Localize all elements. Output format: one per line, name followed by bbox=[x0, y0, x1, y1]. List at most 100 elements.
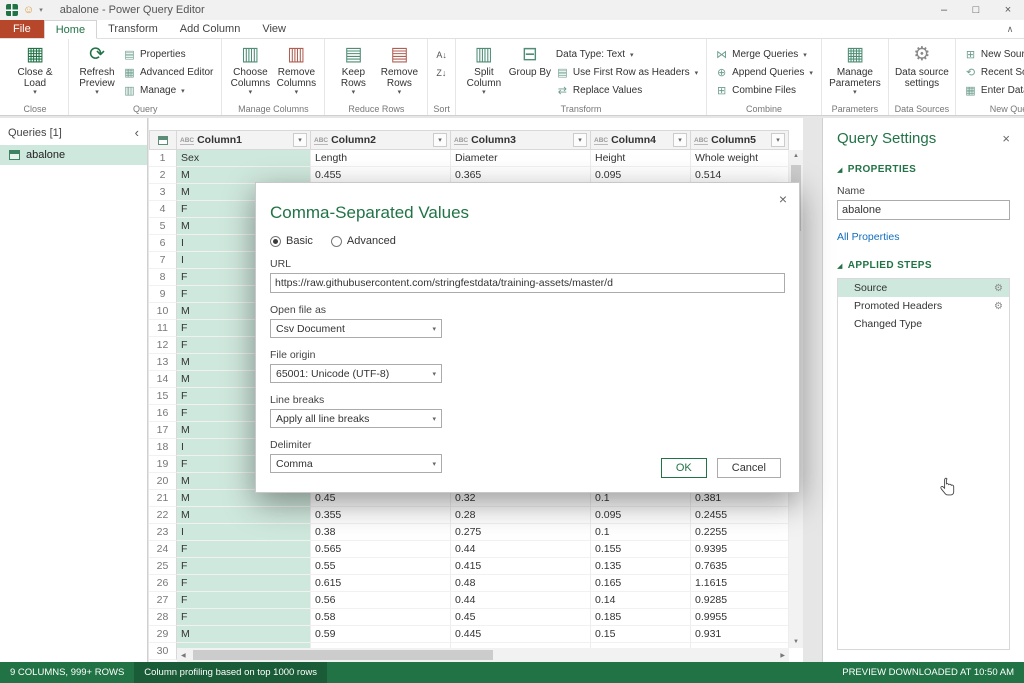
cell-column3[interactable]: 0.275 bbox=[451, 524, 591, 541]
row-number-cell[interactable]: 27 bbox=[149, 592, 177, 609]
radio-basic[interactable]: Basic bbox=[270, 235, 313, 247]
filter-button[interactable]: ▾ bbox=[673, 133, 687, 147]
new-source-button[interactable]: ⊞ New Source ▾ bbox=[961, 46, 1024, 63]
column-header-column2[interactable]: ABC Column2 ▾ bbox=[311, 130, 451, 150]
sort-descending-button[interactable]: Z↓ bbox=[433, 64, 450, 81]
status-profiling[interactable]: Column profiling based on top 1000 rows bbox=[134, 662, 327, 683]
dialog-close-icon[interactable]: × bbox=[779, 191, 787, 207]
row-number-cell[interactable]: 8 bbox=[149, 269, 177, 286]
keep-rows-button[interactable]: ▤ Keep Rows ▾ bbox=[330, 41, 376, 97]
column-header-column4[interactable]: ABC Column4 ▾ bbox=[591, 130, 691, 150]
filter-button[interactable]: ▾ bbox=[433, 133, 447, 147]
cell-column1[interactable]: F bbox=[177, 609, 311, 626]
cancel-button[interactable]: Cancel bbox=[716, 458, 781, 478]
row-number-cell[interactable]: 23 bbox=[149, 524, 177, 541]
cell-column3[interactable]: 0.415 bbox=[451, 558, 591, 575]
row-number-cell[interactable]: 3 bbox=[149, 184, 177, 201]
cell-column4[interactable]: 0.095 bbox=[591, 507, 691, 524]
collapse-ribbon-icon[interactable]: ∧ bbox=[996, 20, 1024, 38]
cell-column1[interactable]: I bbox=[177, 524, 311, 541]
row-number-cell[interactable]: 11 bbox=[149, 320, 177, 337]
cell-column5[interactable]: 1.1615 bbox=[691, 575, 789, 592]
gear-icon[interactable]: ⚙ bbox=[994, 301, 1003, 312]
row-number-cell[interactable]: 7 bbox=[149, 252, 177, 269]
cell-column2[interactable]: Length bbox=[311, 150, 451, 167]
tab-transform[interactable]: Transform bbox=[97, 20, 169, 38]
delimiter-dropdown[interactable]: Comma ▾ bbox=[270, 454, 442, 473]
file-origin-dropdown[interactable]: 65001: Unicode (UTF-8) ▾ bbox=[270, 364, 442, 383]
cell-column3[interactable]: 0.44 bbox=[451, 541, 591, 558]
row-number-cell[interactable]: 5 bbox=[149, 218, 177, 235]
use-first-row-as-headers-button[interactable]: ▤ Use First Row as Headers ▾ bbox=[553, 64, 701, 81]
cell-column3[interactable]: 0.28 bbox=[451, 507, 591, 524]
tab-view[interactable]: View bbox=[251, 20, 297, 38]
maximize-button[interactable]: □ bbox=[960, 0, 992, 20]
step-source[interactable]: Source ⚙ bbox=[838, 279, 1009, 297]
cell-column5[interactable]: 0.2455 bbox=[691, 507, 789, 524]
recent-sources-button[interactable]: ⟲ Recent Sources ▾ bbox=[961, 64, 1024, 81]
row-number-cell[interactable]: 20 bbox=[149, 473, 177, 490]
row-number-cell[interactable]: 17 bbox=[149, 422, 177, 439]
scroll-down-icon[interactable]: ▼ bbox=[793, 639, 799, 645]
tab-file[interactable]: File bbox=[0, 20, 44, 38]
filter-button[interactable]: ▾ bbox=[573, 133, 587, 147]
row-number-cell[interactable]: 15 bbox=[149, 388, 177, 405]
remove-rows-button[interactable]: ▤ Remove Rows ▾ bbox=[376, 41, 422, 97]
manage-button[interactable]: ▥ Manage ▾ bbox=[120, 82, 216, 99]
quick-access-caret-icon[interactable]: ▾ bbox=[39, 6, 43, 14]
choose-columns-button[interactable]: ▥ Choose Columns ▾ bbox=[227, 41, 273, 97]
sort-ascending-button[interactable]: A↓ bbox=[433, 46, 450, 63]
scroll-left-icon[interactable]: ◀ bbox=[181, 652, 186, 659]
cell-column5[interactable]: Whole weight bbox=[691, 150, 789, 167]
close-and-load-button[interactable]: ▦ Close & Load ▾ bbox=[7, 41, 63, 97]
cell-column2[interactable]: 0.59 bbox=[311, 626, 451, 643]
cell-column1[interactable]: F bbox=[177, 575, 311, 592]
row-number-cell[interactable]: 4 bbox=[149, 201, 177, 218]
cell-column1[interactable]: F bbox=[177, 592, 311, 609]
row-number-cell[interactable]: 30 bbox=[149, 643, 177, 660]
cell-column2[interactable]: 0.38 bbox=[311, 524, 451, 541]
properties-section-header[interactable]: ◢ PROPERTIES bbox=[837, 164, 1010, 175]
cell-column5[interactable]: 0.9285 bbox=[691, 592, 789, 609]
tab-add-column[interactable]: Add Column bbox=[169, 20, 252, 38]
row-number-cell[interactable]: 10 bbox=[149, 303, 177, 320]
row-number-cell[interactable]: 13 bbox=[149, 354, 177, 371]
row-number-cell[interactable]: 19 bbox=[149, 456, 177, 473]
row-number-cell[interactable]: 2 bbox=[149, 167, 177, 184]
manage-parameters-button[interactable]: ▦ Manage Parameters ▾ bbox=[827, 41, 883, 97]
row-number-cell[interactable]: 21 bbox=[149, 490, 177, 507]
cell-column4[interactable]: 0.1 bbox=[591, 524, 691, 541]
replace-values-button[interactable]: ⇄ Replace Values bbox=[553, 82, 701, 99]
row-number-cell[interactable]: 14 bbox=[149, 371, 177, 388]
merge-queries-button[interactable]: ⋈ Merge Queries ▾ bbox=[712, 46, 816, 63]
split-column-button[interactable]: ▥ Split Column ▾ bbox=[461, 41, 507, 97]
open-file-as-dropdown[interactable]: Csv Document ▾ bbox=[270, 319, 442, 338]
filter-button[interactable]: ▾ bbox=[293, 133, 307, 147]
cell-column5[interactable]: 0.2255 bbox=[691, 524, 789, 541]
applied-steps-section-header[interactable]: ◢ APPLIED STEPS bbox=[837, 260, 1010, 271]
step-changed-type[interactable]: Changed Type bbox=[838, 315, 1009, 333]
horizontal-scrollbar[interactable]: ◀ ▶ bbox=[177, 648, 789, 662]
tab-home[interactable]: Home bbox=[43, 20, 98, 39]
step-promoted-headers[interactable]: Promoted Headers ⚙ bbox=[838, 297, 1009, 315]
close-pane-icon[interactable]: × bbox=[1002, 131, 1010, 146]
row-number-cell[interactable]: 24 bbox=[149, 541, 177, 558]
horizontal-scrollbar-thumb[interactable] bbox=[193, 650, 493, 660]
column-header-column1[interactable]: ABC Column1 ▾ bbox=[177, 130, 311, 150]
row-number-cell[interactable]: 29 bbox=[149, 626, 177, 643]
cell-column1[interactable]: Sex bbox=[177, 150, 311, 167]
cell-column1[interactable]: M bbox=[177, 626, 311, 643]
row-number-cell[interactable]: 22 bbox=[149, 507, 177, 524]
cell-column3[interactable]: 0.445 bbox=[451, 626, 591, 643]
cell-column1[interactable]: M bbox=[177, 507, 311, 524]
cell-column5[interactable]: 0.7635 bbox=[691, 558, 789, 575]
combine-files-button[interactable]: ⊞ Combine Files bbox=[712, 82, 816, 99]
cell-column4[interactable]: Height bbox=[591, 150, 691, 167]
ok-button[interactable]: OK bbox=[660, 458, 707, 478]
filter-button[interactable]: ▾ bbox=[771, 133, 785, 147]
cell-column2[interactable]: 0.56 bbox=[311, 592, 451, 609]
cell-column5[interactable]: 0.9955 bbox=[691, 609, 789, 626]
cell-column4[interactable]: 0.15 bbox=[591, 626, 691, 643]
scroll-right-icon[interactable]: ▶ bbox=[780, 652, 785, 659]
column-header-column5[interactable]: ABC Column5 ▾ bbox=[691, 130, 789, 150]
